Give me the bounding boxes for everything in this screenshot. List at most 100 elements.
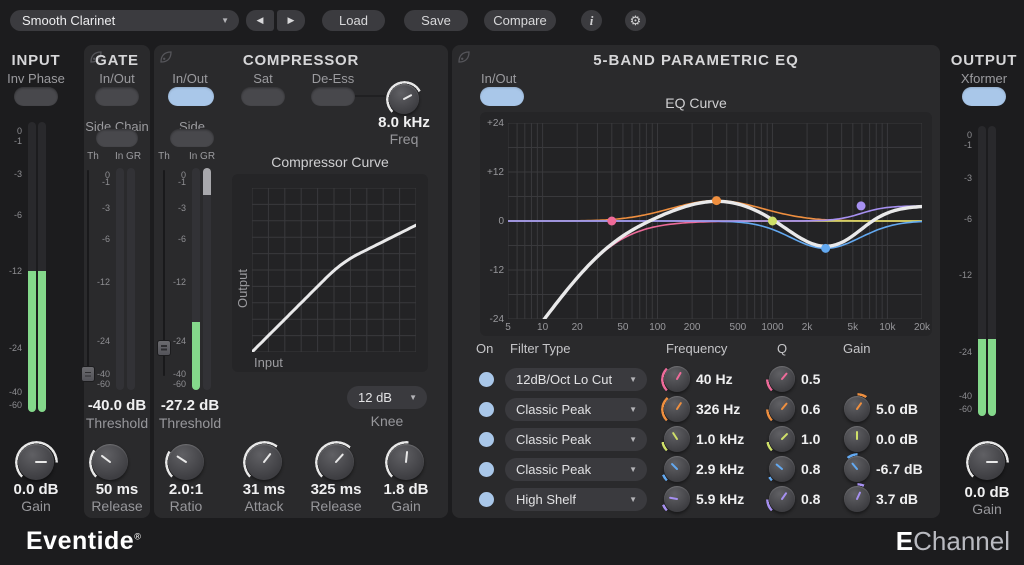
eq-freq-value: 5.9 kHz: [696, 491, 766, 507]
eq-q-knob[interactable]: [769, 366, 795, 392]
comp-release-label: Release: [306, 498, 366, 514]
eq-filter-type-dropdown[interactable]: 12dB/Oct Lo Cut▼: [505, 368, 647, 391]
save-button[interactable]: Save: [404, 10, 468, 31]
preset-selector[interactable]: Smooth Clarinet ▼: [10, 10, 239, 31]
chevron-down-icon: ▼: [629, 465, 637, 474]
comp-gain-knob[interactable]: [388, 444, 424, 480]
eq-inout-label: In/Out: [481, 71, 541, 86]
gate-inout-toggle[interactable]: [95, 87, 139, 106]
col-header-on: On: [476, 341, 493, 356]
comp-curve-xlabel: Input: [254, 355, 304, 370]
eq-curve-plot[interactable]: [508, 123, 922, 319]
comp-curve-title: Compressor Curve: [232, 154, 428, 170]
eq-curve-card: +24+120-12-24510205010020050010002k5k10k…: [480, 112, 932, 336]
eq-band-on-toggle[interactable]: [479, 492, 494, 507]
input-gain-knob[interactable]: [18, 444, 54, 480]
comp-ingr-header: In GR: [188, 151, 216, 162]
gate-title: GATE: [84, 52, 150, 69]
eq-curve-title: EQ Curve: [452, 95, 940, 111]
knee-value: 12 dB: [358, 390, 392, 405]
output-title: OUTPUT: [948, 52, 1020, 69]
input-meter: 0-1-3-6-12-24-40-60: [6, 122, 46, 412]
comp-threshold-value: -27.2 dB: [154, 397, 226, 414]
gate-release-knob[interactable]: [92, 444, 128, 480]
eq-gain-value: -6.7 dB: [876, 461, 936, 477]
comp-threshold-label: Threshold: [154, 415, 226, 431]
deess-freq-knob[interactable]: [389, 84, 419, 114]
xformer-toggle[interactable]: [962, 87, 1006, 106]
eq-q-knob[interactable]: [769, 426, 795, 452]
eq-gain-knob[interactable]: [844, 396, 870, 422]
eq-filter-type-dropdown[interactable]: Classic Peak▼: [505, 398, 647, 421]
eq-freq-knob[interactable]: [664, 486, 690, 512]
eq-gain-knob[interactable]: [844, 426, 870, 452]
eq-gain-knob[interactable]: [844, 456, 870, 482]
col-header-frequency: Frequency: [666, 341, 727, 356]
comp-curve-ylabel: Output: [235, 269, 250, 308]
comp-attack-value: 31 ms: [234, 481, 294, 498]
eq-freq-knob[interactable]: [664, 396, 690, 422]
deess-freq-label: Freq: [369, 131, 439, 147]
comp-inout-label: In/Out: [160, 71, 220, 86]
eq-q-value: 0.8: [801, 461, 841, 477]
input-title: INPUT: [6, 52, 66, 69]
knee-dropdown[interactable]: 12 dB ▼: [347, 386, 427, 409]
col-header-filter: Filter Type: [510, 341, 570, 356]
gate-ingr-header: In GR: [112, 151, 144, 162]
info-icon[interactable]: i: [581, 10, 602, 31]
comp-deess-label: De-Ess: [303, 71, 363, 86]
comp-th-header: Th: [154, 151, 174, 162]
eq-q-knob[interactable]: [769, 396, 795, 422]
inv-phase-toggle[interactable]: [14, 87, 58, 106]
eq-q-knob[interactable]: [769, 456, 795, 482]
eq-freq-value: 1.0 kHz: [696, 431, 766, 447]
input-gain-value: 0.0 dB: [2, 481, 70, 498]
deess-freq-value: 8.0 kHz: [369, 114, 439, 131]
comp-attack-knob[interactable]: [246, 444, 282, 480]
comp-sidechain-toggle[interactable]: [170, 129, 214, 147]
eq-gain-value: 5.0 dB: [876, 401, 936, 417]
eq-gain-knob[interactable]: [844, 486, 870, 512]
output-meter: 0-1-3-6-12-24-40-60: [956, 126, 996, 416]
output-gain-knob[interactable]: [969, 444, 1005, 480]
comp-meter: 0-1-3-6-12-24-40-60: [166, 168, 211, 390]
eq-freq-knob[interactable]: [664, 426, 690, 452]
eq-filter-type-dropdown[interactable]: Classic Peak▼: [505, 428, 647, 451]
eq-freq-knob[interactable]: [664, 366, 690, 392]
eq-freq-knob[interactable]: [664, 456, 690, 482]
gate-sidechain-toggle[interactable]: [96, 129, 138, 147]
preset-prev-button[interactable]: ◀: [246, 10, 274, 31]
eq-filter-type-dropdown[interactable]: High Shelf ▼: [505, 488, 647, 511]
output-gain-label: Gain: [952, 501, 1022, 517]
gear-icon[interactable]: ⚙: [625, 10, 646, 31]
chevron-down-icon: ▼: [629, 495, 637, 504]
eq-q-knob[interactable]: [769, 486, 795, 512]
comp-release-knob[interactable]: [318, 444, 354, 480]
comp-gain-value: 1.8 dB: [376, 481, 436, 498]
comp-ratio-knob[interactable]: [168, 444, 204, 480]
eq-band-on-toggle[interactable]: [479, 462, 494, 477]
gate-meter: 0-1-3-6-12-24-40-60: [90, 168, 135, 390]
xformer-label: Xformer: [948, 71, 1020, 86]
eq-band-on-toggle[interactable]: [479, 432, 494, 447]
eq-filter-type-dropdown[interactable]: Classic Peak ▼: [505, 458, 647, 481]
compare-button[interactable]: Compare: [484, 10, 556, 31]
comp-inout-toggle[interactable]: [168, 87, 214, 106]
comp-ratio-label: Ratio: [156, 498, 216, 514]
inv-phase-label: Inv Phase: [2, 71, 70, 86]
comp-gain-label: Gain: [376, 498, 436, 514]
eq-filter-type-value: High Shelf: [516, 492, 576, 507]
eq-q-value: 0.5: [801, 371, 841, 387]
comp-sat-label: Sat: [233, 71, 293, 86]
knee-label: Knee: [347, 413, 427, 429]
comp-deess-toggle[interactable]: [311, 87, 355, 106]
comp-sat-toggle[interactable]: [241, 87, 285, 106]
eq-band-on-toggle[interactable]: [479, 402, 494, 417]
eq-filter-type-value: Classic Peak: [516, 462, 591, 477]
comp-curve-card: Output Input: [232, 174, 428, 372]
preset-name: Smooth Clarinet: [22, 13, 115, 28]
eq-band-on-toggle[interactable]: [479, 372, 494, 387]
load-button[interactable]: Load: [322, 10, 385, 31]
eq-freq-value: 40 Hz: [696, 371, 766, 387]
preset-next-button[interactable]: ▶: [277, 10, 305, 31]
